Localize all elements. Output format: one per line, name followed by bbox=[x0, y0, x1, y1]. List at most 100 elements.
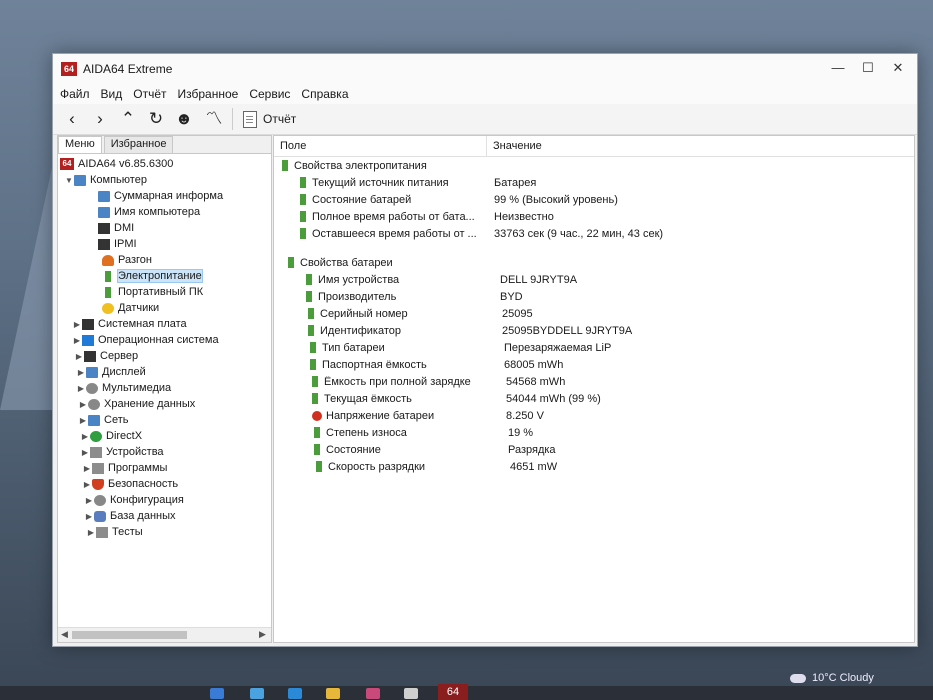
tree-item-storage[interactable]: ▶ Хранение данных bbox=[58, 396, 271, 412]
battery-icon bbox=[306, 291, 312, 302]
battery-icon bbox=[300, 177, 306, 188]
tree-item-config[interactable]: ▶ Конфигурация bbox=[58, 492, 271, 508]
tab-menu[interactable]: Меню bbox=[58, 136, 102, 153]
scroll-left-icon[interactable]: ◀ bbox=[61, 629, 68, 640]
chevron-right-icon[interactable]: ▶ bbox=[86, 528, 96, 537]
chevron-right-icon[interactable]: ▶ bbox=[84, 496, 94, 505]
edge-icon[interactable] bbox=[250, 688, 264, 699]
menu-help[interactable]: Справка bbox=[300, 84, 354, 104]
section-battery-properties[interactable]: Свойства батареи bbox=[274, 254, 914, 271]
tree-item-dmi[interactable]: DMI bbox=[58, 220, 271, 236]
chevron-down-icon[interactable]: ▼ bbox=[64, 176, 74, 185]
folder-icon[interactable] bbox=[326, 688, 340, 699]
table-row[interactable]: Состояние Разрядка bbox=[274, 441, 914, 458]
minimize-button[interactable]: — bbox=[823, 58, 853, 78]
forward-icon[interactable]: › bbox=[89, 108, 111, 130]
chevron-right-icon[interactable]: ▶ bbox=[82, 480, 92, 489]
chevron-right-icon[interactable]: ▶ bbox=[72, 336, 82, 345]
back-icon[interactable]: ‹ bbox=[61, 108, 83, 130]
chevron-right-icon[interactable]: ▶ bbox=[74, 352, 84, 361]
table-row[interactable]: Текущая ёмкость 54044 mWh (99 %) bbox=[274, 390, 914, 407]
chevron-right-icon[interactable]: ▶ bbox=[82, 464, 92, 473]
chart-icon[interactable]: 〽 bbox=[203, 108, 225, 130]
tree-item-security[interactable]: ▶ Безопасность bbox=[58, 476, 271, 492]
weather-widget[interactable]: 10°C Cloudy bbox=[790, 672, 874, 684]
menu-favorites[interactable]: Избранное bbox=[177, 84, 245, 104]
tree-item-directx[interactable]: ▶ DirectX bbox=[58, 428, 271, 444]
up-icon[interactable]: ⌃ bbox=[117, 108, 139, 130]
menu-report[interactable]: Отчёт bbox=[132, 84, 172, 104]
table-row[interactable]: Полное время работы от бата... Неизвестно bbox=[274, 208, 914, 225]
tree-item-devices[interactable]: ▶ Устройства bbox=[58, 444, 271, 460]
chevron-right-icon[interactable]: ▶ bbox=[72, 320, 82, 329]
tree-item-programs[interactable]: ▶ Программы bbox=[58, 460, 271, 476]
table-row[interactable]: Напряжение батареи 8.250 V bbox=[274, 407, 914, 424]
browser-icon[interactable] bbox=[288, 688, 302, 699]
column-header-value[interactable]: Значение bbox=[487, 136, 542, 156]
refresh-icon[interactable]: ↻ bbox=[145, 108, 167, 130]
tree-item-multimedia[interactable]: ▶ Мультимедиа bbox=[58, 380, 271, 396]
app-window: 64 AIDA64 Extreme — ☐ ✕ Файл Вид Отчёт И… bbox=[52, 53, 918, 647]
tree-item-network[interactable]: ▶ Сеть bbox=[58, 412, 271, 428]
store-icon[interactable] bbox=[366, 688, 380, 699]
tree-item-computer[interactable]: ▼ Компьютер bbox=[58, 172, 271, 188]
tree-item-tests[interactable]: ▶ Тесты bbox=[58, 524, 271, 540]
table-row[interactable]: Имя устройства DELL 9JRYT9A bbox=[274, 271, 914, 288]
tree-item-display[interactable]: ▶ Дисплей bbox=[58, 364, 271, 380]
maximize-button[interactable]: ☐ bbox=[853, 58, 883, 78]
tree-item-os[interactable]: ▶ Операционная система bbox=[58, 332, 271, 348]
chevron-right-icon[interactable]: ▶ bbox=[80, 432, 90, 441]
chevron-right-icon[interactable]: ▶ bbox=[76, 384, 86, 393]
menu-view[interactable]: Вид bbox=[100, 84, 129, 104]
table-row[interactable]: Оставшееся время работы от ... 33763 сек … bbox=[274, 225, 914, 242]
table-row[interactable]: Серийный номер 25095 bbox=[274, 305, 914, 322]
tree-item-portable[interactable]: Портативный ПК bbox=[58, 284, 271, 300]
tree-item-server[interactable]: ▶ Сервер bbox=[58, 348, 271, 364]
table-row[interactable]: Тип батареи Перезаряжаемая LiP bbox=[274, 339, 914, 356]
section-power-properties[interactable]: Свойства электропитания bbox=[274, 157, 914, 174]
field-label: Оставшееся время работы от ... bbox=[312, 227, 477, 240]
report-button[interactable]: Отчёт bbox=[243, 108, 296, 130]
horizontal-scrollbar[interactable]: ◀ ▶ bbox=[58, 627, 271, 642]
menu-file[interactable]: Файл bbox=[59, 84, 96, 104]
table-row[interactable]: Паспортная ёмкость 68005 mWh bbox=[274, 356, 914, 373]
chevron-right-icon[interactable]: ▶ bbox=[84, 512, 94, 521]
table-row[interactable]: Состояние батарей 99 % (Высокий уровень) bbox=[274, 191, 914, 208]
battery-icon bbox=[316, 461, 322, 472]
mail-icon[interactable] bbox=[404, 688, 418, 699]
menu-tools[interactable]: Сервис bbox=[248, 84, 296, 104]
tree-item-ipmi[interactable]: IPMI bbox=[58, 236, 271, 252]
table-row[interactable]: Степень износа 19 % bbox=[274, 424, 914, 441]
tree-item-sensors[interactable]: Датчики bbox=[58, 300, 271, 316]
chevron-right-icon[interactable]: ▶ bbox=[76, 368, 86, 377]
title-bar[interactable]: 64 AIDA64 Extreme — ☐ ✕ bbox=[53, 54, 917, 84]
close-button[interactable]: ✕ bbox=[883, 58, 913, 78]
user-icon[interactable]: ☻ bbox=[173, 108, 195, 130]
tree-root[interactable]: 64 AIDA64 v6.85.6300 bbox=[58, 156, 271, 172]
taskview-icon[interactable] bbox=[210, 688, 224, 699]
tree-item-power[interactable]: Электропитание bbox=[58, 268, 271, 284]
chevron-right-icon[interactable]: ▶ bbox=[78, 416, 88, 425]
scrollbar-thumb[interactable] bbox=[72, 631, 187, 639]
tree-item-summary[interactable]: Суммарная информа bbox=[58, 188, 271, 204]
field-label: Состояние bbox=[326, 443, 381, 456]
navigation-pane: Меню Избранное 64 AIDA64 v6.85.6300 ▼ Ко… bbox=[57, 135, 272, 643]
table-row[interactable]: Ёмкость при полной зарядке 54568 mWh bbox=[274, 373, 914, 390]
motherboard-icon bbox=[82, 318, 94, 330]
table-row[interactable]: Идентификатор 25095BYDDELL 9JRYT9A bbox=[274, 322, 914, 339]
tree-item-overclock[interactable]: Разгон bbox=[58, 252, 271, 268]
chevron-right-icon[interactable]: ▶ bbox=[78, 400, 88, 409]
aida64-taskbar-icon[interactable]: 64 bbox=[438, 684, 468, 700]
monitor-icon bbox=[86, 366, 98, 378]
chevron-right-icon[interactable]: ▶ bbox=[80, 448, 90, 457]
tree-item-database[interactable]: ▶ База данных bbox=[58, 508, 271, 524]
table-row[interactable]: Скорость разрядки 4651 mW bbox=[274, 458, 914, 475]
tree-item-motherboard[interactable]: ▶ Системная плата bbox=[58, 316, 271, 332]
tab-favorites[interactable]: Избранное bbox=[103, 136, 174, 153]
table-row[interactable]: Текущий источник питания Батарея bbox=[274, 174, 914, 191]
table-row[interactable]: Производитель BYD bbox=[274, 288, 914, 305]
column-header-field[interactable]: Поле bbox=[274, 136, 487, 156]
tree-item-computer-name[interactable]: Имя компьютера bbox=[58, 204, 271, 220]
scroll-right-icon[interactable]: ▶ bbox=[259, 629, 266, 640]
